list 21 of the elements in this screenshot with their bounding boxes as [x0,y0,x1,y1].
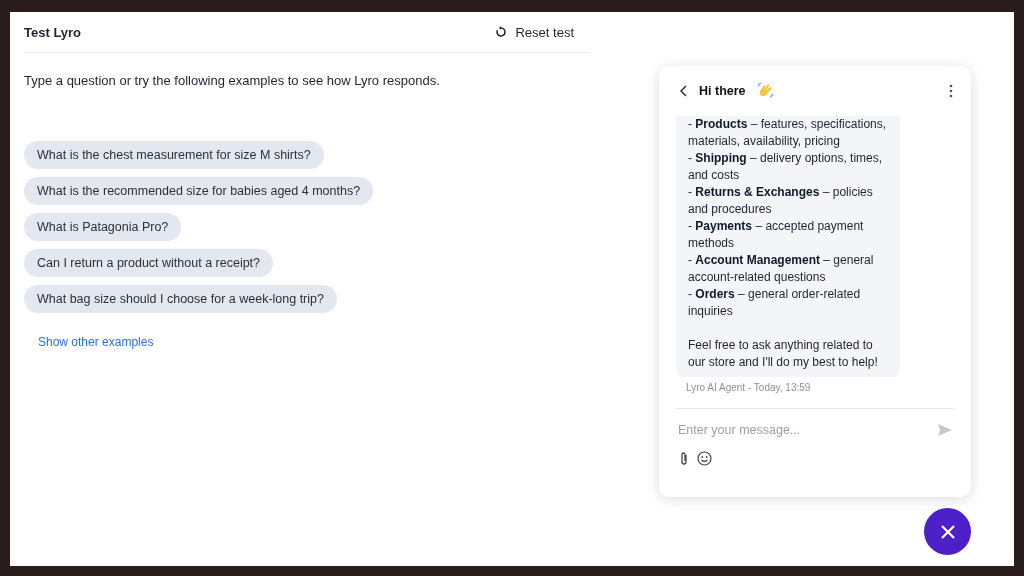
message-input[interactable]: Enter your message... [676,422,937,438]
waving-hand-icon [755,82,774,100]
panel-title: Test Lyro [24,24,82,40]
message-meta: Lyro AI Agent - Today, 13:59 [686,382,812,393]
chat-title: Hi there [699,84,746,98]
show-examples-link[interactable]: Show other examples [38,335,154,349]
example-question-chip[interactable]: Can I return a product without a receipt? [24,249,274,277]
attach-button[interactable] [679,451,689,466]
intro-text: Type a question or try the following examples to see how Lyro responds. [24,73,441,88]
example-question-chip[interactable]: What is Patagonia Pro? [24,213,182,241]
reset-test-button[interactable]: Reset test [495,20,588,44]
chat-message-bubble: - Products – features, specifications, materials, availability, pricing - Shipping – delivery options, times, and costs - Returns & Exchanges – policies and procedures - Payments – accepted payment methods - Account Management – general account-related questions - Orders – general order-related inquiries Feel free to ask anything related to our store and I'll do my best to help! [676,116,900,377]
example-question-chip[interactable]: What is the recommended size for babies aged 4 months? [24,177,374,205]
example-question-chip[interactable]: What is the chest measurement for size M shirts? [24,141,324,169]
close-chat-button[interactable] [924,508,971,555]
more-options-button[interactable] [949,84,953,98]
back-button[interactable] [679,84,689,98]
example-question-chip[interactable]: What bag size should I choose for a week-long trip? [24,285,337,313]
emoji-button[interactable] [697,451,712,466]
reset-icon [495,26,508,38]
close-icon [939,523,956,540]
